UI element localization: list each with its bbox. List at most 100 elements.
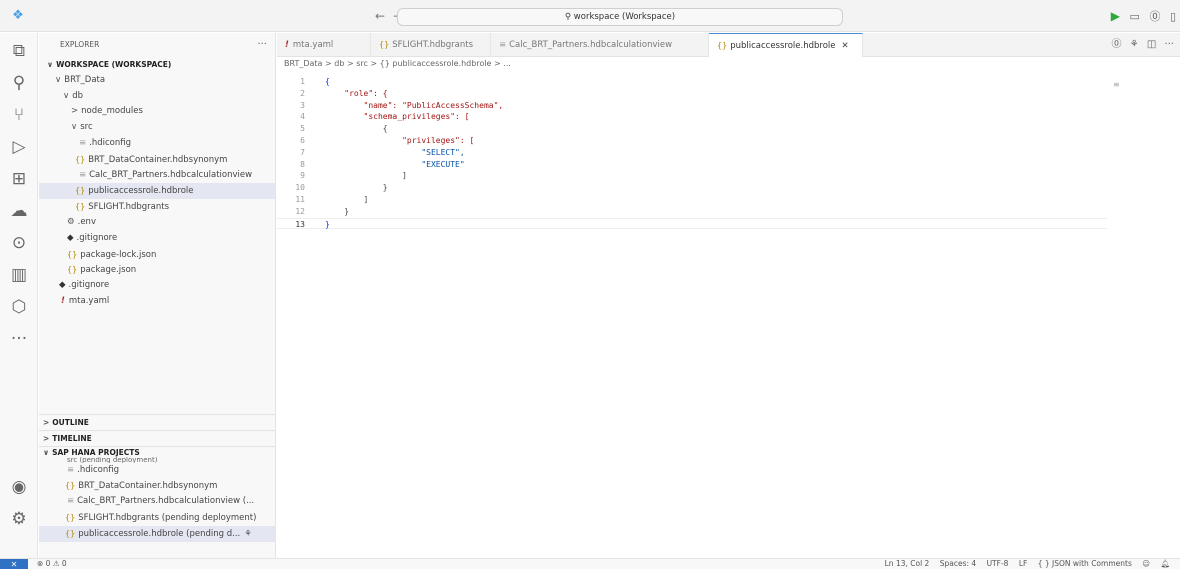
info-icon[interactable]: ⓪ [1111,39,1121,50]
cursor-position[interactable]: Ln 13, Col 2 [885,559,930,568]
extensions-icon[interactable]: ⊞ [0,165,38,193]
tab-mta-yaml[interactable]: ! mta.yaml [277,33,371,57]
notifications-icon[interactable]: 🔔︎ [1160,559,1170,568]
code-line: 12 } [295,206,350,216]
source-control-icon[interactable]: ⑂ [0,101,38,129]
code-line: 7 "SELECT", [300,147,465,157]
gear-icon: ⚙ [67,216,75,227]
cloud-icon[interactable]: ☁ [0,197,38,225]
tree-item-publicaccessrole[interactable]: {} publicaccessrole.hdbrole [39,183,275,200]
sap-item-publicaccessrole[interactable]: {} publicaccessrole.hdbrole (pending d...… [39,525,276,542]
explorer-title: EXPLORER [60,40,100,49]
code-editor[interactable]: 1{ 2 "role": { 3 "name": "PublicAccessSc… [277,76,1107,230]
tab-sflight-grants[interactable]: {} SFLIGHT.hdbgrants [371,33,491,57]
tree-item-mta-yaml[interactable]: ! mta.yaml [39,294,275,310]
tree-item-node-modules[interactable]: > node_modules [39,104,275,120]
sap-item-synonym[interactable]: {} BRT_DataContainer.hdbsynonym [39,478,276,494]
run-debug-icon[interactable]: ▷ [0,133,38,161]
tree-item-src[interactable]: ∨ src [39,120,275,136]
language-mode[interactable]: { } JSON with Comments [1038,559,1132,568]
tree-item-sflight-grants[interactable]: {} SFLIGHT.hdbgrants [39,199,275,215]
deploy-rocket-icon[interactable]: ⚘ [244,529,252,539]
sap-item-sflight[interactable]: {} SFLIGHT.hdbgrants (pending deployment) [39,510,276,526]
breadcrumb[interactable]: BRT_Data > db > src > {} publicaccessrol… [284,59,511,68]
file-lines-icon: ≡ [499,40,507,50]
code-line: 11 ] [295,194,369,204]
code-line: 3 "name": "PublicAccessSchema", [300,100,504,110]
file-lines-icon: ≡ [67,464,75,475]
tab-publicaccessrole[interactable]: {} publicaccessrole.hdbrole ✕ [709,33,863,57]
code-line: 4 "schema_privileges": [ [300,112,470,122]
search-icon[interactable]: ⚲ [0,69,38,97]
deploy-icon[interactable]: ⊙ [0,229,38,257]
yaml-exclamation-icon: ! [61,295,65,306]
tree-item-gitignore-db[interactable]: ◆ .gitignore [39,231,275,247]
tree-item-workspace[interactable]: ∨ WORKSPACE (WORKSPACE) [39,57,275,73]
file-lines-icon: ≡ [79,137,87,148]
tree-item-synonym[interactable]: {} BRT_DataContainer.hdbsynonym [39,152,275,168]
code-line: 2 "role": { [300,88,388,98]
command-center-search[interactable]: ⚲ workspace (Workspace) [397,8,843,26]
sap-hana-projects-section[interactable]: ∨ SAP HANA PROJECTS [39,445,276,457]
feedback-icon[interactable]: ☺ [1142,559,1150,568]
hana-icon[interactable]: ⬡ [0,293,38,321]
json-file-icon: {} [65,512,76,522]
json-file-icon: {} [67,265,78,275]
tree-item-calcview[interactable]: ≡ Calc_BRT_Partners.hdbcalculationview [39,168,275,184]
minimap[interactable]: ≡ [1113,80,1127,89]
more-actions-icon[interactable]: ··· [1164,39,1174,50]
yaml-exclamation-icon: ! [285,40,289,50]
file-lines-icon: ≡ [67,496,75,507]
library-icon[interactable]: ▥ [0,261,38,289]
tab-calcview[interactable]: ≡ Calc_BRT_Partners.hdbcalculationview [491,33,709,57]
json-file-icon: {} [67,249,78,259]
json-file-icon: {} [65,481,76,491]
close-icon[interactable]: ✕ [841,41,848,51]
code-line: 9 ] [300,171,407,181]
editor-actions: ⓪ ⚘ ◫ ··· [1106,33,1174,57]
tree-item-package-json[interactable]: {} package.json [39,262,275,278]
back-arrow-icon[interactable]: ← [375,9,385,23]
json-file-icon: {} [75,186,86,196]
sap-item-hdiconfig[interactable]: ≡ .hdiconfig [39,463,276,479]
code-line: 5 { [300,124,388,134]
tree-item-env[interactable]: ⚙ .env [39,215,275,231]
outline-section[interactable]: > OUTLINE [39,414,276,430]
tree-item-brt-data[interactable]: ∨ BRT_Data [39,73,275,89]
tree-item-db[interactable]: ∨ db [39,89,275,105]
code-line: 1{ [300,77,330,86]
git-diamond-icon: ◆ [67,232,74,243]
title-bar: ❖ ←→ ⚲ workspace (Workspace) ▶ ▭ ⓪ ▯ [0,0,1180,32]
more-icon[interactable]: ··· [0,325,38,353]
end-of-line[interactable]: LF [1019,559,1028,568]
play-icon[interactable]: ▶ [1111,9,1120,23]
deploy-icon[interactable]: ⚘ [1130,39,1139,50]
sap-item-calcview[interactable]: ≡ Calc_BRT_Partners.hdbcalculationview (.… [39,494,276,510]
settings-gear-icon[interactable]: ⚙ [0,505,38,533]
code-line: 8 "EXECUTE" [300,159,465,169]
tree-item-hdiconfig[interactable]: ≡ .hdiconfig [39,136,275,152]
code-line-current: 13} [277,217,1107,230]
explorer-icon[interactable]: ⧉ [0,37,38,65]
tree-item-gitignore[interactable]: ◆ .gitignore [39,278,275,294]
explorer-more-icon[interactable]: ··· [257,33,267,57]
code-line: 10 } [295,183,388,193]
encoding[interactable]: UTF-8 [987,559,1009,568]
json-file-icon: {} [379,40,390,49]
app-logo-icon: ❖ [12,8,24,23]
editor-tabs: ! mta.yaml {} SFLIGHT.hdbgrants ≡ Calc_BRT_… [277,33,1180,57]
indentation[interactable]: Spaces: 4 [940,559,976,568]
status-right: Ln 13, Col 2 Spaces: 4 UTF-8 LF { } JSON… [877,559,1170,569]
help-icon[interactable]: ⓪ [1149,10,1160,23]
timeline-section[interactable]: > TIMELINE [39,429,276,446]
activity-bar: ⧉ ⚲ ⑂ ▷ ⊞ ☁ ⊙ ▥ ⬡ ··· ◉ ⚙ [0,33,38,558]
account-icon[interactable]: ◉ [0,473,38,501]
remote-indicator-icon[interactable]: ✕ [0,559,28,569]
tree-item-package-lock[interactable]: {} package-lock.json [39,247,275,263]
split-editor-icon[interactable]: ◫ [1147,39,1156,50]
status-bar: ✕ ⊗ 0 ⚠ 0 Ln 13, Col 2 Spaces: 4 UTF-8 L… [0,558,1180,569]
title-actions: ▶ ▭ ⓪ ▯ [1105,8,1176,24]
problems-indicator[interactable]: ⊗ 0 ⚠ 0 [37,559,67,569]
layout-icon[interactable]: ▯ [1170,10,1176,23]
panel-toggle-icon[interactable]: ▭ [1130,10,1140,23]
